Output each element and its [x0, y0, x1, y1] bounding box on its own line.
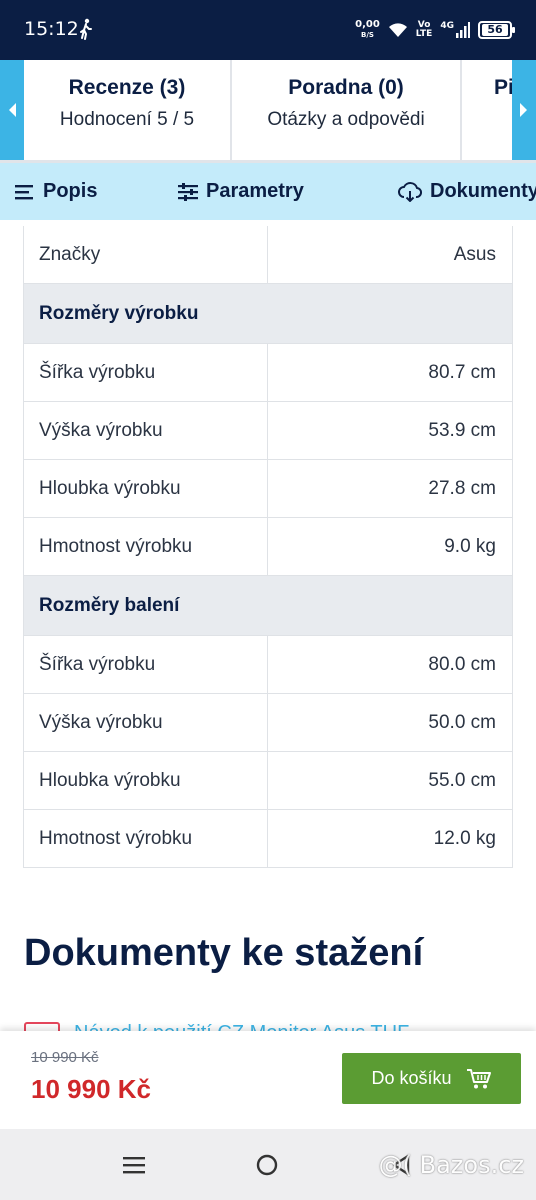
recent-apps-button[interactable] [116, 1147, 152, 1183]
network-speed-value: 0,00 [355, 19, 380, 30]
param-value: 12.0 kg [433, 827, 496, 849]
chevron-right-icon [520, 103, 527, 117]
table-row: Hmotnost výrobku 9.0 kg [24, 518, 512, 576]
tab-poradna[interactable]: Poradna (0) Otázky a odpovědi [232, 60, 462, 160]
current-price: 10 990 Kč [31, 1074, 151, 1104]
documents-heading: Dokumenty ke stažení [24, 932, 424, 974]
param-key: Hmotnost výrobku [24, 810, 268, 867]
menu-lines-icon [15, 184, 33, 199]
tab-recenze[interactable]: Recenze (3) Hodnocení 5 / 5 [24, 60, 232, 160]
table-row: Značky Asus [24, 226, 512, 284]
network-speed: 0,00 B/S [355, 20, 380, 40]
section-header-label: Rozměry balení [39, 594, 180, 616]
param-value: 53.9 cm [428, 419, 496, 441]
chevron-left-icon [9, 103, 16, 117]
param-key: Výška výrobku [24, 402, 268, 459]
tab-recenze-title: Recenze (3) [68, 76, 186, 99]
param-value: 27.8 cm [428, 477, 496, 499]
table-row: Hloubka výrobku 27.8 cm [24, 460, 512, 518]
param-value: 80.7 cm [428, 361, 496, 383]
param-key: Hloubka výrobku [24, 460, 268, 517]
tab-poradna-title: Poradna (0) [288, 76, 404, 99]
document-link[interactable]: Návod k použití CZ Monitor Asus TUF [24, 1018, 514, 1032]
system-nav-bar: @( Bazos.cz [0, 1129, 536, 1200]
param-value: 80.0 cm [428, 653, 496, 675]
home-button[interactable] [249, 1147, 285, 1183]
param-key: Značky [24, 226, 268, 283]
walking-icon [80, 18, 92, 40]
tab-recenze-subtitle: Hodnocení 5 / 5 [59, 109, 195, 130]
param-key: Šířka výrobku [24, 344, 268, 401]
status-bar: 15:12 0,00 B/S Vo LTE 4G 56 [0, 0, 536, 60]
home-circle-icon [256, 1154, 278, 1176]
table-row: Šířka výrobku 80.7 cm [24, 344, 512, 402]
table-row: Hmotnost výrobku 12.0 kg [24, 810, 512, 868]
cart-icon [466, 1068, 491, 1088]
section-header-product: Rozměry výrobku [24, 284, 512, 344]
top-tabs: Recenze (3) Hodnocení 5 / 5 Poradna (0) … [0, 60, 536, 163]
old-price: 10 990 Kč [31, 1049, 99, 1066]
scroll-left-button[interactable] [0, 60, 24, 160]
table-row: Hloubka výrobku 55.0 cm [24, 752, 512, 810]
param-value: Asus [453, 243, 496, 265]
table-row: Výška výrobku 53.9 cm [24, 402, 512, 460]
param-value: 50.0 cm [428, 711, 496, 733]
battery-level: 56 [482, 24, 508, 36]
status-indicators: 0,00 B/S Vo LTE 4G 56 [355, 17, 515, 43]
network-type: 4G [440, 21, 454, 31]
param-key: Hloubka výrobku [24, 752, 268, 809]
section-header-label: Rozměry výrobku [39, 302, 199, 324]
param-key: Šířka výrobku [24, 636, 268, 693]
volte-bottom: LTE [415, 29, 433, 39]
sliders-icon [178, 182, 198, 201]
watermark: @( Bazos.cz [378, 1151, 524, 1179]
table-row: Výška výrobku 50.0 cm [24, 694, 512, 752]
scroll-right-button[interactable] [512, 60, 536, 160]
wifi-icon [388, 23, 407, 37]
nav-parametry[interactable]: Parametry [178, 163, 304, 220]
status-time: 15:12 [24, 18, 79, 40]
param-key: Hmotnost výrobku [24, 518, 268, 575]
param-key: Výška výrobku [24, 694, 268, 751]
param-value: 9.0 kg [444, 535, 496, 557]
signal-icon [456, 22, 470, 38]
tab-partial-title: Pi [494, 76, 512, 99]
nav-popis-label: Popis [43, 180, 98, 202]
price-bar: 10 990 Kč 10 990 Kč Do košíku [0, 1031, 536, 1129]
nav-dokumenty-label: Dokumenty [430, 180, 536, 202]
section-nav: Popis Parametry Dokumenty [0, 163, 536, 220]
table-row: Šířka výrobku 80.0 cm [24, 636, 512, 694]
nav-dokumenty[interactable]: Dokumenty [398, 163, 536, 220]
parameters-table: Značky Asus Rozměry výrobku Šířka výrobk… [23, 226, 513, 868]
nav-popis[interactable]: Popis [15, 163, 97, 220]
battery-icon: 56 [478, 21, 515, 39]
network-speed-unit: B/S [360, 31, 374, 39]
add-to-cart-button[interactable]: Do košíku [342, 1053, 521, 1104]
volte-indicator: Vo LTE [416, 21, 433, 39]
cloud-download-icon [398, 181, 422, 202]
recent-apps-icon [123, 1157, 145, 1174]
tab-poradna-subtitle: Otázky a odpovědi [267, 109, 425, 130]
add-to-cart-label: Do košíku [371, 1068, 452, 1088]
section-header-package: Rozměry balení [24, 576, 512, 636]
tab-partial[interactable]: Pi [462, 60, 512, 160]
nav-parametry-label: Parametry [206, 180, 304, 202]
param-value: 55.0 cm [428, 769, 496, 791]
